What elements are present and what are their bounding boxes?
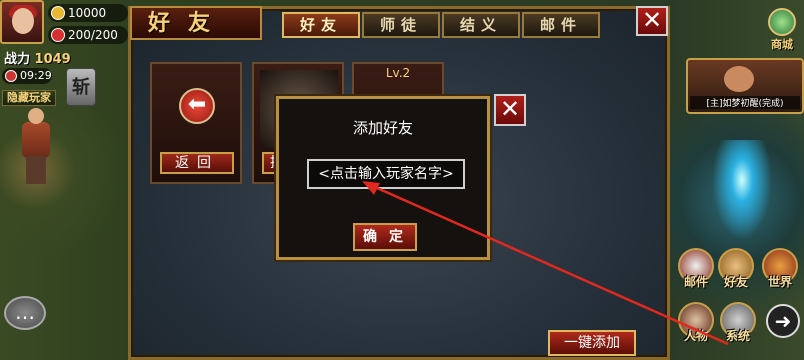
back-card: ⬅ 返回	[150, 62, 242, 184]
chat-bubble-icon: …	[15, 300, 35, 324]
stamina-value: 200/200	[68, 28, 118, 42]
combat-power: 战力 1049	[4, 48, 71, 67]
clock-time: 09:29	[20, 69, 52, 82]
close-icon: ✕	[641, 6, 663, 34]
friend-level: Lv.2	[385, 66, 411, 80]
add-friend-dialog: 添加好友 <点击输入玩家名字> 确定	[276, 96, 490, 260]
stamina-counter: 200/200	[48, 26, 128, 44]
world-label: 世界	[767, 275, 792, 289]
quest-tracker[interactable]: [主]如梦初醒(完成)	[686, 58, 804, 114]
game-clock: 09:29	[2, 68, 52, 84]
back-button[interactable]: 返回	[160, 152, 234, 174]
panel-tabs: 好友 师徒 结义 邮件	[282, 12, 600, 38]
shop-label: 商城	[771, 38, 793, 51]
close-dialog-button[interactable]: ✕	[494, 94, 526, 126]
shop-icon	[768, 8, 796, 36]
shop-button[interactable]: 商城	[762, 8, 802, 51]
friends-label: 好友	[723, 275, 748, 289]
mail-label: 邮件	[683, 275, 708, 289]
confirm-button[interactable]: 确定	[353, 223, 417, 251]
player-character	[16, 108, 56, 184]
character-label: 人物	[683, 329, 708, 343]
power-value: 1049	[34, 52, 71, 67]
world-button[interactable]: 世界	[762, 248, 798, 289]
friends-button[interactable]: 好友	[718, 248, 754, 289]
close-panel-button[interactable]: ✕	[636, 6, 668, 36]
gold-counter: 10000	[48, 4, 128, 22]
arrow-left-icon[interactable]: ⬅	[179, 88, 215, 124]
player-avatar[interactable]	[0, 0, 44, 44]
system-label: 系统	[725, 329, 750, 343]
stamina-icon	[51, 28, 65, 42]
quest-text: [主]如梦初醒(完成)	[690, 96, 800, 109]
player-name-input[interactable]: <点击输入玩家名字>	[307, 159, 465, 189]
tab-mentor[interactable]: 师徒	[362, 12, 440, 38]
panel-title: 好友	[130, 6, 262, 40]
tab-sworn[interactable]: 结义	[442, 12, 520, 38]
power-label: 战力	[4, 52, 31, 67]
one-key-add-button[interactable]: 一键添加	[548, 330, 636, 356]
tab-friends[interactable]: 好友	[282, 12, 360, 38]
npc-portrait	[724, 66, 754, 92]
close-icon: ✕	[499, 95, 521, 123]
gold-value: 10000	[68, 6, 107, 20]
hide-players-button[interactable]: 隐藏玩家	[2, 90, 56, 106]
coin-icon	[51, 6, 65, 20]
tab-mail[interactable]: 邮件	[522, 12, 600, 38]
expand-arrow-icon[interactable]: ➜	[766, 304, 800, 338]
slash-skill-button[interactable]: 斩	[66, 68, 96, 106]
clock-icon	[5, 70, 17, 82]
teleport-glow	[712, 140, 772, 240]
character-button[interactable]: 人物	[678, 302, 714, 343]
system-button[interactable]: 系统	[720, 302, 756, 343]
dialog-title: 添加好友	[352, 119, 413, 137]
chat-button[interactable]: …	[4, 296, 46, 330]
mail-button[interactable]: 邮件	[678, 248, 714, 289]
